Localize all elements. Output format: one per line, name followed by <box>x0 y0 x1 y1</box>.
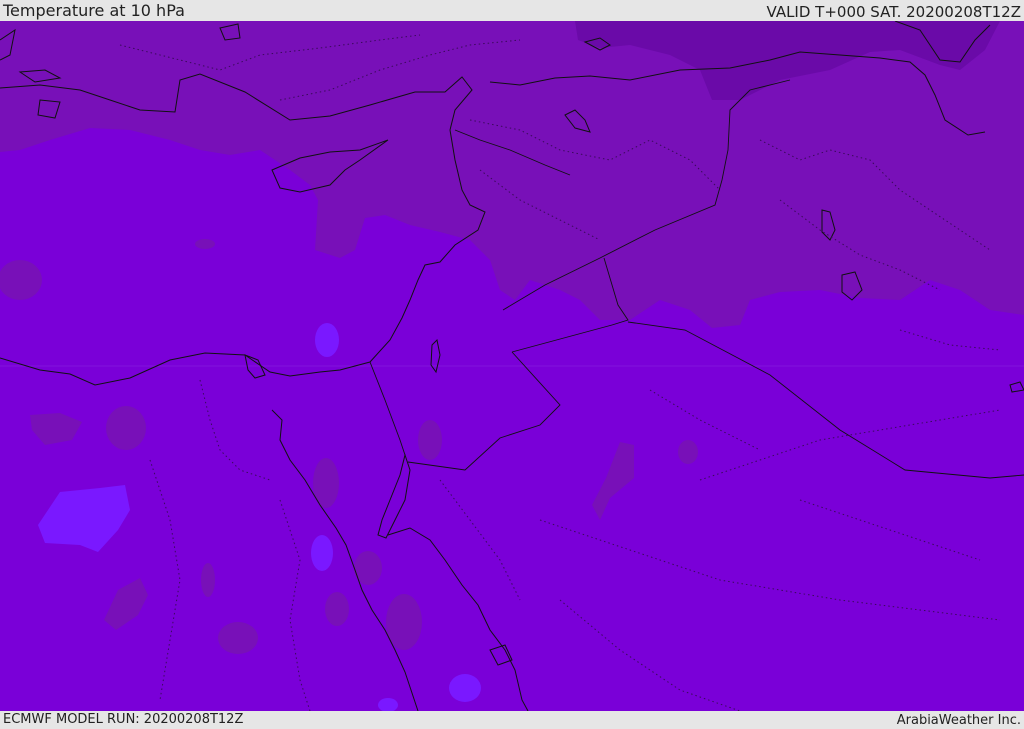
contour-warm-patch <box>325 592 349 626</box>
contour-cold-patch <box>315 323 339 357</box>
contour-warm-patch <box>678 440 698 464</box>
contour-warm-patch <box>386 594 422 650</box>
contour-cold-patch <box>311 535 333 571</box>
map-canvas <box>0 20 1024 712</box>
contour-cold-patch <box>449 674 481 702</box>
footer-bar: ECMWF MODEL RUN: 20200208T12Z ArabiaWeat… <box>0 711 1024 729</box>
contour-warm-patch <box>418 420 442 460</box>
contour-warm-patch <box>106 406 146 450</box>
contour-warm-patch <box>0 260 42 300</box>
header-bar: Temperature at 10 hPa VALID T+000 SAT. 2… <box>0 0 1024 21</box>
contour-warm-patch <box>218 622 258 654</box>
model-run-label: ECMWF MODEL RUN: 20200208T12Z <box>3 712 244 727</box>
map-title: Temperature at 10 hPa <box>3 1 185 20</box>
contour-warm-patch <box>195 239 215 249</box>
weather-map[interactable] <box>0 20 1024 712</box>
contour-warm-patch <box>201 563 215 597</box>
valid-time-label: VALID T+000 SAT. 20200208T12Z <box>766 3 1021 21</box>
credit-label: ArabiaWeather Inc. <box>896 713 1021 728</box>
